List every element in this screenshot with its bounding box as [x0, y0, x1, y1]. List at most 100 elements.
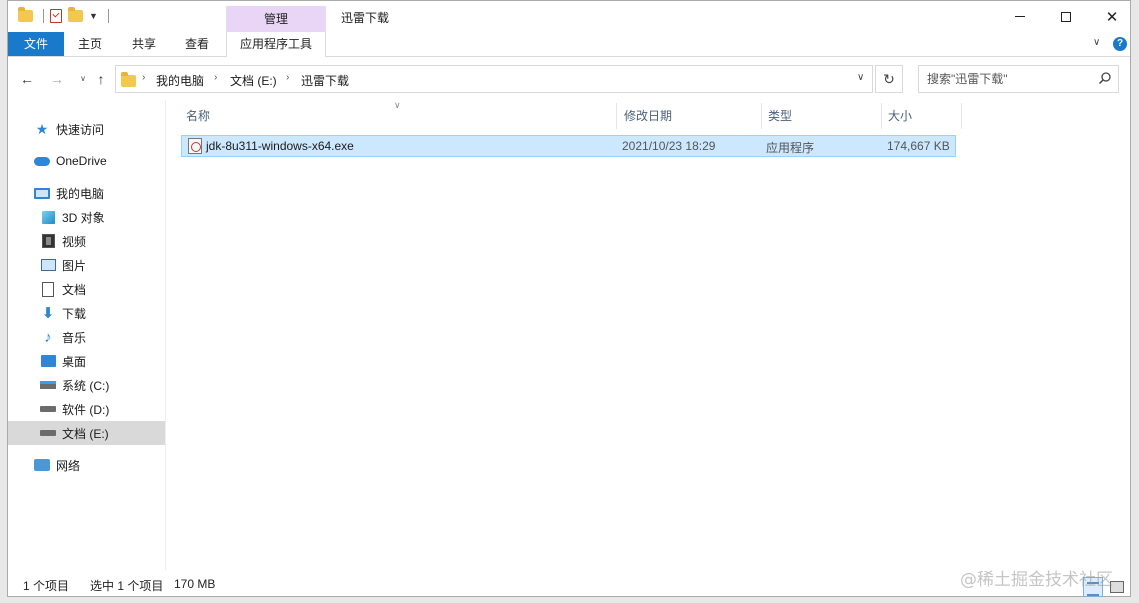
document-icon: [40, 281, 56, 297]
new-folder-icon[interactable]: [68, 7, 83, 22]
download-icon: ⬇: [41, 305, 55, 322]
customize-toolbar-chevron-icon[interactable]: ▼: [89, 11, 98, 21]
forward-arrow-icon[interactable]: →: [48, 70, 66, 88]
search-input[interactable]: [927, 71, 1092, 87]
breadcrumb-my-computer[interactable]: 我的电脑: [156, 72, 204, 89]
up-arrow-icon[interactable]: ↑: [92, 70, 110, 88]
back-arrow-icon[interactable]: ←: [18, 70, 36, 88]
close-button[interactable]: ✕: [1089, 1, 1135, 32]
computer-icon: [34, 185, 50, 201]
file-size: 174,667 KB: [887, 139, 950, 153]
tab-application-tools[interactable]: 应用程序工具: [226, 32, 326, 57]
column-header-modified[interactable]: 修改日期: [624, 104, 672, 128]
nav-item-documents[interactable]: 文档: [8, 277, 165, 301]
minimize-icon: [1015, 16, 1025, 17]
item-count: 1 个项目: [23, 579, 70, 593]
column-divider[interactable]: [761, 103, 762, 129]
file-type: 应用程序: [766, 141, 815, 155]
selection-size: 170 MB: [174, 577, 216, 591]
expand-ribbon-chevron-icon[interactable]: ∨: [1093, 37, 1100, 48]
toolbar-separator: [107, 9, 109, 23]
address-history-chevron-icon[interactable]: ∨: [857, 72, 864, 83]
properties-icon[interactable]: [50, 9, 62, 23]
breadcrumb-chevron-icon[interactable]: ›: [214, 72, 217, 83]
search-icon[interactable]: [1098, 71, 1112, 85]
nav-item-label: 文档: [62, 282, 87, 297]
network-icon: [34, 457, 50, 473]
column-divider[interactable]: [616, 103, 617, 129]
window-title: 迅雷下载: [341, 11, 390, 25]
nav-item-my-computer[interactable]: 我的电脑: [8, 181, 165, 205]
music-icon: ♪: [44, 328, 52, 346]
tab-share[interactable]: 共享: [120, 32, 168, 56]
cloud-icon: [34, 153, 50, 169]
nav-item-label: 视频: [62, 234, 87, 249]
system-drive-icon: [40, 377, 56, 393]
recent-locations-chevron-icon[interactable]: ∨: [74, 70, 92, 88]
toolbar-separator: [43, 9, 44, 23]
refresh-button[interactable]: ↻: [875, 65, 903, 93]
tab-view[interactable]: 查看: [174, 32, 220, 56]
picture-icon: [40, 257, 56, 273]
quick-access-toolbar: ▼: [18, 7, 109, 23]
nav-item-music[interactable]: ♪ 音乐: [8, 325, 165, 349]
manage-context-tab[interactable]: 管理: [226, 6, 326, 32]
nav-item-quick-access[interactable]: ★ 快速访问: [8, 117, 165, 141]
explorer-window: ▼ 管理 迅雷下载 ✕ 文件 主页 共享 查看 应用程序工具 ∨ ? ← → ∨…: [7, 0, 1131, 597]
navigation-pane: ★ 快速访问 OneDrive 我的电脑 3D 对象 视频 图片 文档 ⬇ 下载…: [8, 100, 166, 570]
maximize-button[interactable]: [1043, 1, 1089, 32]
java-executable-icon: [188, 138, 202, 154]
nav-item-pictures[interactable]: 图片: [8, 253, 165, 277]
address-bar[interactable]: › 我的电脑 › 文档 (E:) › 迅雷下载 ∨: [115, 65, 873, 93]
search-box[interactable]: [918, 65, 1119, 93]
nav-item-network[interactable]: 网络: [8, 453, 165, 477]
breadcrumb-drive-e[interactable]: 文档 (E:): [230, 72, 277, 89]
help-icon[interactable]: ?: [1113, 37, 1127, 51]
selection-count: 选中 1 个项目: [90, 579, 164, 593]
column-header-size[interactable]: 大小: [888, 104, 912, 128]
nav-item-onedrive[interactable]: OneDrive: [8, 149, 165, 173]
nav-item-label: 我的电脑: [56, 186, 105, 201]
column-divider[interactable]: [961, 103, 962, 129]
file-list: ∨ 名称 修改日期 类型 大小 jdk-8u311-windows-x64.ex…: [166, 100, 1132, 570]
column-header-type[interactable]: 类型: [768, 104, 792, 128]
nav-item-3d-objects[interactable]: 3D 对象: [8, 205, 165, 229]
file-name: jdk-8u311-windows-x64.exe: [206, 139, 354, 153]
breadcrumb-current-folder[interactable]: 迅雷下载: [301, 72, 349, 89]
breadcrumb-chevron-icon[interactable]: ›: [142, 72, 145, 83]
file-modified: 2021/10/23 18:29: [622, 139, 716, 153]
column-header-name[interactable]: 名称: [186, 104, 210, 128]
nav-item-drive-d[interactable]: 软件 (D:): [8, 397, 165, 421]
tab-file[interactable]: 文件: [8, 32, 64, 56]
nav-item-label: 音乐: [62, 330, 87, 345]
nav-item-label: 快速访问: [56, 122, 105, 137]
tab-home[interactable]: 主页: [68, 32, 112, 56]
minimize-button[interactable]: [997, 1, 1043, 32]
maximize-icon: [1061, 11, 1071, 22]
breadcrumb-chevron-icon[interactable]: ›: [286, 72, 289, 83]
sort-chevron-icon: ∨: [394, 100, 401, 110]
cube-icon: [40, 209, 56, 225]
folder-icon: [121, 72, 136, 87]
column-divider[interactable]: [881, 103, 882, 129]
drive-icon: [40, 401, 56, 417]
video-icon: [40, 233, 56, 249]
desktop-icon: [40, 353, 56, 369]
nav-item-videos[interactable]: 视频: [8, 229, 165, 253]
nav-item-drive-e[interactable]: 文档 (E:): [8, 421, 165, 445]
nav-item-label: 3D 对象: [62, 210, 105, 225]
navigation-bar: ← → ∨ ↑ › 我的电脑 › 文档 (E:) › 迅雷下载 ∨ ↻: [8, 58, 1130, 100]
file-row[interactable]: jdk-8u311-windows-x64.exe 2021/10/23 18:…: [181, 135, 956, 157]
nav-item-label: 下载: [62, 306, 87, 321]
folder-icon: [18, 7, 33, 22]
nav-item-desktop[interactable]: 桌面: [8, 349, 165, 373]
drive-icon: [40, 425, 56, 441]
nav-item-label: 系统 (C:): [62, 378, 110, 393]
watermark: @稀土掘金技术社区: [960, 570, 1113, 590]
nav-item-label: 网络: [56, 458, 81, 473]
nav-item-downloads[interactable]: ⬇ 下载: [8, 301, 165, 325]
nav-item-drive-c[interactable]: 系统 (C:): [8, 373, 165, 397]
nav-item-label: 桌面: [62, 354, 87, 369]
nav-item-label: 图片: [62, 258, 87, 273]
nav-item-label: 软件 (D:): [62, 402, 110, 417]
